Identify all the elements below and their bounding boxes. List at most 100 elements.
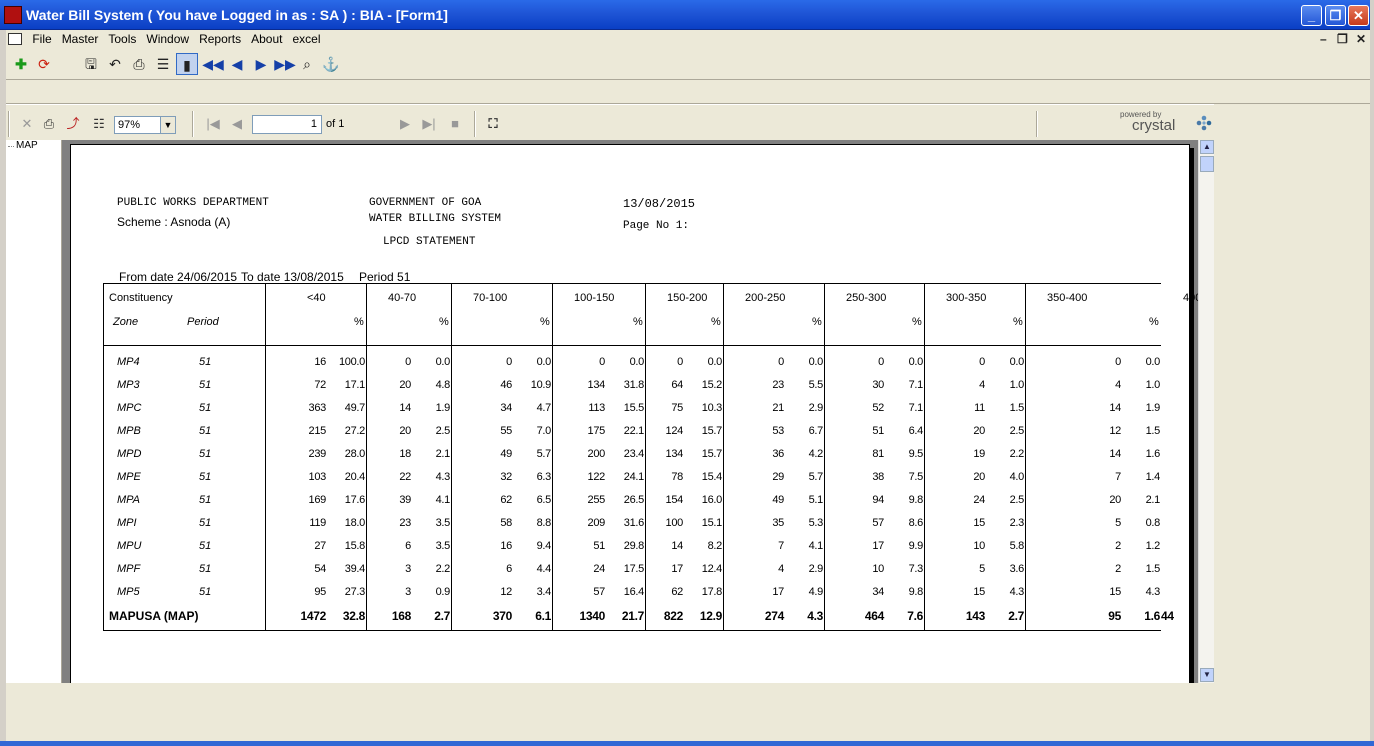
total-percent-cell: 1.6 [1144, 609, 1160, 623]
undo-icon[interactable]: ↶ [104, 53, 126, 75]
menu-tools[interactable]: Tools [103, 30, 141, 48]
chevron-down-icon[interactable]: ▼ [160, 117, 175, 133]
count-cell: 239 [308, 448, 327, 460]
add-icon[interactable]: ✚ [10, 53, 32, 75]
vertical-scrollbar[interactable]: ▲ ▼ [1198, 140, 1214, 683]
print-icon[interactable]: ⎙ [128, 53, 150, 75]
count-cell: 52 [872, 402, 884, 414]
percent-cell: 22.1 [623, 425, 645, 437]
count-cell: 5 [979, 563, 985, 575]
percent-cell: 15.2 [701, 379, 723, 391]
period-header: Period [187, 316, 219, 328]
percent-header: % [540, 316, 550, 328]
percent-cell: 31.6 [623, 517, 645, 529]
tree-icon[interactable]: ☰ [152, 53, 174, 75]
zone-cell: MP5 [117, 586, 140, 598]
menu-about[interactable]: About [246, 30, 287, 48]
percent-header: % [1013, 316, 1023, 328]
first-record-icon[interactable]: ◀◀ [202, 53, 224, 75]
count-cell: 0 [677, 356, 683, 368]
percent-cell: 15.1 [701, 517, 723, 529]
percent-cell: 5.5 [808, 379, 824, 391]
next-record-icon[interactable]: ▶ [250, 53, 272, 75]
menu-file[interactable]: File [27, 30, 56, 48]
page-number-input[interactable]: 1 [252, 115, 322, 134]
percent-cell: 4.3 [1009, 586, 1025, 598]
percent-cell: 27.3 [344, 586, 366, 598]
count-cell: 0 [979, 356, 985, 368]
percent-cell: 1.4 [1145, 471, 1161, 483]
percent-cell: 100.0 [338, 356, 365, 368]
document-icon[interactable] [8, 33, 22, 45]
percent-cell: 2.5 [435, 425, 451, 437]
save-icon[interactable]: 🖫 [80, 53, 102, 75]
stop-icon[interactable]: ■ [446, 115, 464, 133]
prev-record-icon[interactable]: ◀ [226, 53, 248, 75]
last-record-icon[interactable]: ▶▶ [274, 53, 296, 75]
print-report-icon[interactable]: ⎙ [40, 115, 58, 133]
count-cell: 15 [973, 517, 985, 529]
count-cell: 54 [314, 563, 326, 575]
count-cell: 55 [500, 425, 512, 437]
count-cell: 36 [772, 448, 784, 460]
zoom-select[interactable]: 97% ▼ [114, 116, 176, 134]
zone-cell: MPB [117, 425, 141, 437]
search-icon[interactable]: ⌕ [296, 53, 318, 75]
exit-icon[interactable]: ▮ [176, 53, 198, 75]
menu-window[interactable]: Window [141, 30, 194, 48]
last-page-icon[interactable]: ▶| [420, 115, 438, 133]
close-view-icon[interactable]: ✕ [18, 115, 36, 133]
menu-excel[interactable]: excel [287, 30, 325, 48]
percent-cell: 15.4 [701, 471, 723, 483]
binoculars-icon[interactable]: ⛶ [484, 115, 502, 133]
count-cell: 12 [500, 586, 512, 598]
count-cell: 113 [588, 402, 605, 414]
menu-reports[interactable]: Reports [194, 30, 246, 48]
maximize-button[interactable]: ❐ [1325, 5, 1346, 26]
count-cell: 255 [587, 494, 606, 506]
lpcd-table: Constituency Zone Period <40% 40-70% 70-100% 1… [103, 283, 1198, 631]
count-cell: 0 [599, 356, 605, 368]
count-cell: 200 [587, 448, 606, 460]
tree-item-map[interactable]: MAP [8, 140, 38, 151]
right-panel [1214, 104, 1370, 683]
refresh-icon[interactable]: ⟳ [33, 53, 55, 75]
menu-master[interactable]: Master [57, 30, 104, 48]
dept-name: PUBLIC WORKS DEPARTMENT [117, 197, 269, 209]
mdi-close-icon[interactable]: ✕ [1356, 32, 1366, 46]
count-cell: 81 [872, 448, 884, 460]
count-cell: 175 [587, 425, 606, 437]
total-count-cell: 370 [492, 609, 512, 623]
count-cell: 2 [1115, 563, 1121, 575]
scroll-up-icon[interactable]: ▲ [1200, 140, 1214, 154]
export-icon[interactable]: ⤴ [64, 115, 82, 133]
count-cell: 6 [405, 540, 411, 552]
count-cell: 16 [500, 540, 512, 552]
count-cell: 24 [593, 563, 605, 575]
percent-cell: 9.9 [908, 540, 924, 552]
toolbar-spacer [6, 80, 1370, 104]
prev-page-icon[interactable]: ◀ [228, 115, 246, 133]
count-cell: 58 [500, 517, 512, 529]
scroll-thumb[interactable] [1200, 156, 1214, 172]
mdi-restore-icon[interactable]: ❐ [1337, 32, 1348, 46]
total-count-cell: 822 [663, 609, 683, 623]
minimize-button[interactable]: _ [1301, 5, 1322, 26]
taskbar [0, 741, 1374, 746]
count-cell: 34 [500, 402, 512, 414]
first-page-icon[interactable]: |◀ [204, 115, 222, 133]
count-cell: 134 [665, 448, 684, 460]
zone-cell: MPF [117, 563, 141, 575]
count-cell: 7 [778, 540, 784, 552]
mdi-minimize-icon[interactable]: – [1320, 32, 1327, 46]
percent-cell: 7.3 [908, 563, 924, 575]
count-cell: 7 [1115, 471, 1121, 483]
close-button[interactable]: ✕ [1348, 5, 1369, 26]
next-page-icon[interactable]: ▶ [396, 115, 414, 133]
count-cell: 39 [399, 494, 411, 506]
anchor-icon[interactable]: ⚓ [320, 53, 342, 75]
scroll-down-icon[interactable]: ▼ [1200, 668, 1214, 682]
percent-header: % [354, 316, 364, 328]
percent-cell: 3.5 [435, 540, 451, 552]
group-tree-icon[interactable]: ☷ [90, 115, 108, 133]
